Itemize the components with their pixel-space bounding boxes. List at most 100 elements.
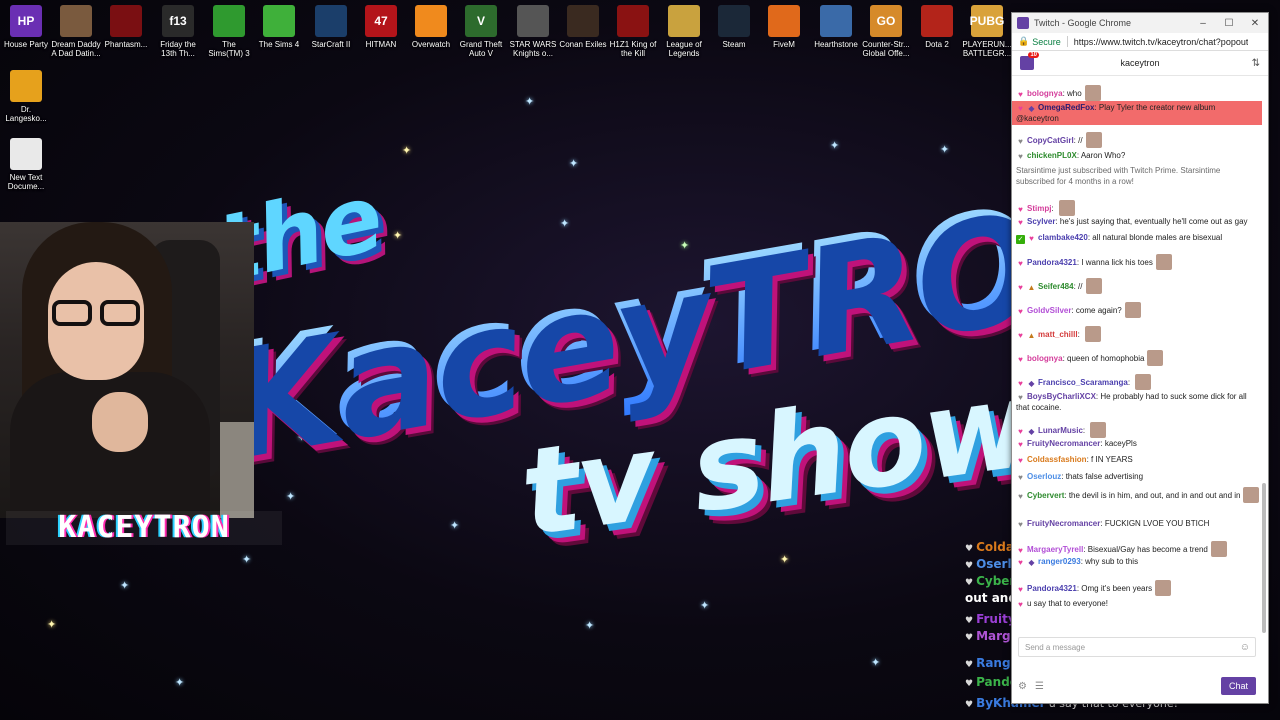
desktop-icon-label: New Text Docume...	[7, 173, 45, 191]
url-text[interactable]: https://www.twitch.tv/kaceytron/chat?pop…	[1074, 37, 1249, 47]
chat-username[interactable]: FruityNecromancer	[1027, 439, 1100, 448]
app-icon	[315, 5, 347, 37]
chat-username[interactable]: LunarMusic	[1038, 426, 1083, 435]
star-3: ✦	[940, 143, 950, 156]
desktop-icon[interactable]: Dota 2	[911, 3, 963, 49]
chrome-window[interactable]: Twitch - Google Chrome – ☐ ✕ 🔒 Secure ht…	[1011, 12, 1269, 704]
chat-username[interactable]: chickenPL0X	[1027, 151, 1077, 160]
viewer-list-icon[interactable]: ☰	[1035, 681, 1044, 692]
emote-icon	[1124, 302, 1141, 318]
desktop-icon-label: STAR WARS Knights o...	[509, 40, 557, 58]
app-icon: GO	[870, 5, 902, 37]
chat-username[interactable]: clambake420	[1038, 233, 1088, 242]
chat-username[interactable]: ranger0293	[1038, 557, 1081, 566]
desktop-icon-label: Steam	[722, 40, 746, 49]
heart-badge-icon: ♥	[1018, 456, 1023, 465]
star-10: ✦	[780, 553, 790, 566]
minimize-button[interactable]: –	[1190, 18, 1216, 29]
chat-username[interactable]: Coldassfashion	[1027, 455, 1087, 464]
chat-message: ♥ CopyCatGirl: //	[1016, 132, 1260, 148]
desktop-icon-label: League of Legends	[666, 40, 702, 58]
maximize-button[interactable]: ☐	[1216, 18, 1242, 29]
chat-username[interactable]: Cybervert	[1027, 491, 1064, 500]
chat-username[interactable]: Oserlouz	[1027, 472, 1061, 481]
chat-colon: :	[1077, 330, 1083, 339]
desktop-icon[interactable]: STAR WARS Knights o...	[507, 3, 559, 58]
chat-username[interactable]: GoldvSilver	[1027, 306, 1071, 315]
chat-username[interactable]: bolognya	[1027, 354, 1063, 363]
chat-colon: :	[1082, 426, 1088, 435]
desktop-icon[interactable]: Hearthstone	[810, 3, 862, 49]
desktop-icon[interactable]: PUBG PLAYERUN... BATTLEGR...	[961, 3, 1013, 58]
desktop-icon[interactable]: StarCraft II	[305, 3, 357, 49]
webcam-wall	[220, 422, 254, 518]
chat-text: FUCKIGN LVOE YOU BTICH	[1104, 519, 1210, 528]
desktop-icon[interactable]: Conan Exiles	[557, 3, 609, 49]
chat-username[interactable]: Francisco_Scaramanga	[1038, 378, 1128, 387]
heart-badge-icon: ♥	[1018, 283, 1023, 292]
desktop-icon[interactable]: Phantasm...	[100, 3, 152, 49]
desktop-icon[interactable]: Steam	[708, 3, 760, 49]
chat-text: I wanna lick his toes	[1081, 258, 1153, 267]
emote-picker-icon[interactable]: ☺	[1240, 642, 1250, 653]
chat-message: ✓ ♥ clambake420: all natural blonde males …	[1016, 232, 1260, 244]
desktop-icon[interactable]: Overwatch	[405, 3, 457, 49]
chat-username[interactable]: FruityNecromancer	[1027, 519, 1100, 528]
address-bar[interactable]: 🔒 Secure https://www.twitch.tv/kaceytron…	[1012, 33, 1268, 51]
desktop-icon[interactable]: H1Z1 King of the Kill	[607, 3, 659, 58]
chat-username[interactable]: matt_chilll	[1038, 330, 1078, 339]
app-icon: PUBG	[970, 5, 1004, 37]
chat-username[interactable]: Scylver	[1027, 217, 1055, 226]
star-18: ✦	[700, 599, 710, 612]
desktop-icon[interactable]: V Grand Theft Auto V	[455, 3, 507, 58]
chat-username[interactable]: BoysByCharliXCX	[1027, 392, 1096, 401]
chat-username[interactable]: bolognya	[1027, 89, 1063, 98]
chat-input[interactable]: Send a message ☺	[1018, 637, 1256, 657]
emote-icon	[1090, 422, 1107, 438]
desktop-icon[interactable]: Dr. Langesko...	[0, 68, 52, 123]
heart-badge-icon: ♥	[1018, 307, 1023, 316]
chat-text: Omg it's been years	[1081, 584, 1153, 593]
viewer-list-icon[interactable]: ⇅	[1252, 58, 1260, 69]
heart-icon: ♥	[965, 633, 974, 643]
chat-log[interactable]: ♥ bolognya: who ♥ ◆ OmegaRedFox: Play Tyler …	[1012, 76, 1262, 636]
chat-username[interactable]: Seifer484	[1038, 282, 1074, 291]
desktop-icon[interactable]: New Text Docume...	[0, 136, 52, 191]
gray-badge-icon: ♥	[1018, 137, 1023, 146]
desktop-icon[interactable]: Dream Daddy A Dad Datin...	[50, 3, 102, 58]
heart-badge-icon: ♥	[1018, 379, 1023, 388]
desktop-icon[interactable]: The Sims 4	[253, 3, 305, 49]
settings-gear-icon[interactable]: ⚙	[1018, 681, 1027, 692]
app-icon	[617, 5, 649, 37]
chat-message: ♥ ◆ LunarMusic:	[1016, 422, 1260, 438]
heart-badge-icon: ♥	[1018, 331, 1023, 340]
chat-username[interactable]: Pandora4321	[1027, 258, 1077, 267]
chat-username[interactable]: OmegaRedFox	[1038, 103, 1094, 112]
close-button[interactable]: ✕	[1242, 18, 1268, 29]
chat-text: //	[1078, 136, 1083, 145]
desktop-icon[interactable]: League of Legends	[658, 3, 710, 58]
desktop-icon[interactable]: GO Counter-Str... Global Offe...	[860, 3, 912, 58]
app-icon	[415, 5, 447, 37]
app-icon	[110, 5, 142, 37]
chat-scrollbar[interactable]	[1262, 483, 1266, 633]
heart-icon: ♥	[965, 578, 974, 588]
chat-send-button[interactable]: Chat	[1220, 677, 1256, 695]
desktop-icon-label: The Sims(TM) 3	[208, 40, 250, 58]
desktop-icon[interactable]: FiveM	[758, 3, 810, 49]
chat-text: Aaron Who?	[1080, 151, 1126, 160]
desktop-icon-label: Overwatch	[411, 40, 451, 49]
desktop-icon[interactable]: HP House Party	[0, 3, 52, 49]
desktop-icon[interactable]: f13 Friday the 13th Th...	[152, 3, 204, 58]
desktop-icon[interactable]: 47 HITMAN	[355, 3, 407, 49]
gray-badge-icon: ♥	[1018, 492, 1023, 501]
bits-badge-icon: ▲	[1027, 331, 1036, 340]
desktop-icon[interactable]: The Sims(TM) 3	[203, 3, 255, 58]
heart-badge-icon: ♥	[1018, 440, 1023, 449]
chat-username[interactable]: MargaeryTyrell	[1027, 545, 1083, 554]
chat-username[interactable]: Stimpj	[1027, 204, 1051, 213]
chat-username[interactable]: Pandora4321	[1027, 584, 1077, 593]
star-8: ✦	[286, 490, 296, 503]
chat-username[interactable]: CopyCatGirl	[1027, 136, 1074, 145]
window-titlebar[interactable]: Twitch - Google Chrome – ☐ ✕	[1012, 13, 1268, 33]
